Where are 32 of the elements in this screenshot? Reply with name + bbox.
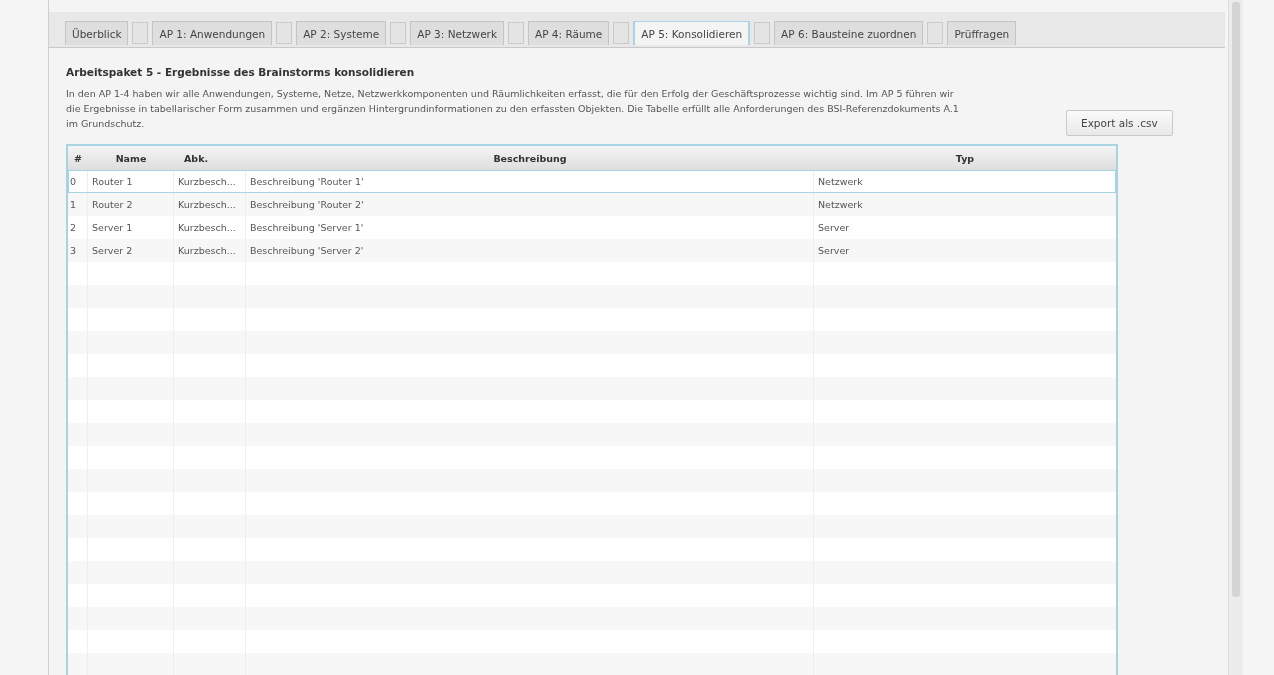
- column-header[interactable]: Abk.: [174, 146, 246, 170]
- section-heading: Arbeitspaket 5 - Ergebnisse des Brainstorms konsolidieren: [66, 66, 416, 78]
- column-header[interactable]: Beschreibung: [246, 146, 814, 170]
- tab[interactable]: AP 3: Netzwerk: [410, 21, 504, 45]
- table-row[interactable]: 0 Router 1 Kurzbesch... Beschreibung 'Router 1' Netzwerk: [68, 170, 1116, 193]
- export-button[interactable]: Export als .csv: [1066, 110, 1173, 136]
- tab-checkbox[interactable]: [276, 22, 293, 44]
- tab[interactable]: AP 1: Anwendungen: [152, 21, 273, 45]
- table-cell-text: Netzwerk: [817, 198, 864, 212]
- tab[interactable]: AP 6: Bausteine zuordnen: [774, 21, 924, 45]
- description-text: In den AP 1-4 haben wir alle Anwendungen, Systeme, Netze, Netzwerkkomponenten und Räumlichkeiten erfasst, die für den Erfolg der Geschäftsprozesse wichtig sind. Im AP 5 führen wir die Ergebnisse in tabellarischer Form zusammen und ergänzen Hintergrundinformationen zu den erfassten Objekten. Die Tabelle erfüllt alle Anforderungen des BSI-Referenzdokuments A.1 im Grundschutz.: [66, 87, 960, 131]
- tab-checkbox[interactable]: [927, 22, 944, 44]
- tab-checkbox[interactable]: [132, 22, 149, 44]
- table-cell-text: Server: [817, 244, 851, 258]
- tab[interactable]: Überblick: [65, 21, 129, 45]
- scrollbar[interactable]: [1228, 0, 1243, 675]
- column-header[interactable]: #: [68, 146, 88, 170]
- column-header[interactable]: Typ: [814, 146, 1116, 170]
- tab-checkbox[interactable]: [508, 22, 524, 44]
- column-header[interactable]: Name: [88, 146, 174, 170]
- scrollbar-thumb[interactable]: [1232, 2, 1240, 597]
- tab[interactable]: AP 2: Systeme: [296, 21, 387, 45]
- tab[interactable]: AP 4: Räume: [528, 21, 610, 45]
- tab-checkbox[interactable]: [390, 22, 407, 44]
- tab-checkbox[interactable]: [754, 22, 771, 44]
- table-row[interactable]: 1 Router 2 Kurzbesch... Beschreibung 'Router 2' Netzwerk: [68, 193, 1116, 216]
- table-cell-text: Server: [817, 221, 851, 235]
- tab-checkbox[interactable]: [613, 22, 630, 44]
- tab[interactable]: Prüffragen: [947, 21, 1017, 45]
- tab[interactable]: AP 5: Konsolidieren: [633, 21, 751, 45]
- table-row[interactable]: 3 Server 2 Kurzbesch... Beschreibung 'Server 2' Server: [68, 239, 1116, 262]
- table-cell-text: Netzwerk: [817, 175, 864, 189]
